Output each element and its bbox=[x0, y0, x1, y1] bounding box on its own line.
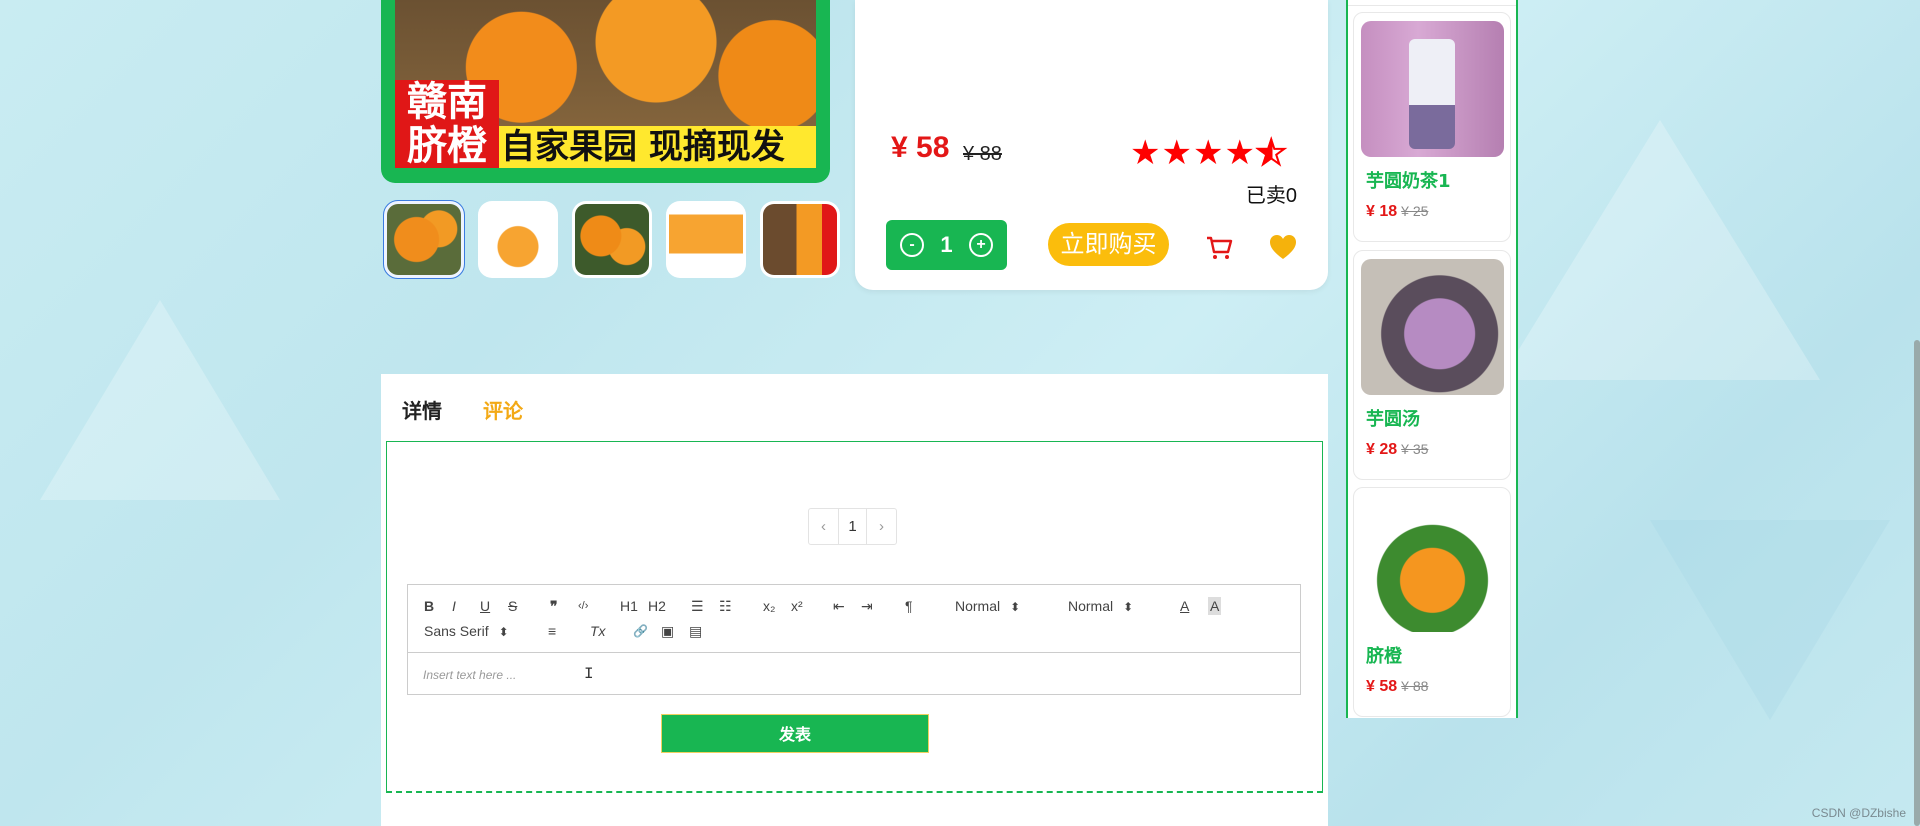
text-direction-button[interactable]: ¶ bbox=[905, 597, 913, 615]
product-main-image: 赣南 脐橙 自家果园 现摘现发 bbox=[381, 0, 830, 183]
thumbnail-3[interactable] bbox=[572, 201, 652, 278]
quantity-value: 1 bbox=[940, 232, 953, 257]
plus-button[interactable]: + bbox=[969, 233, 993, 257]
indent-button[interactable]: ⇥ bbox=[861, 597, 873, 615]
half-star-icon: ★ bbox=[1255, 133, 1288, 173]
recommend-item[interactable]: 芋圆汤 ¥ 28 ¥ 35 bbox=[1353, 250, 1511, 480]
link-button[interactable]: 🔗 bbox=[633, 622, 648, 640]
superscript-button[interactable]: x² bbox=[791, 597, 803, 615]
strike-button[interactable]: S bbox=[508, 597, 517, 615]
recommend-sidebar: 芋圆奶茶1 ¥ 18 ¥ 25 芋圆汤 ¥ 28 ¥ 35 脐橙 ¥ 58 ¥ 88 bbox=[1346, 0, 1518, 718]
underline-button[interactable]: U bbox=[480, 597, 490, 615]
product-info-card: ¥ 58 ¥ 88 ★ ★ ★ ★ ★ 已卖0 - 1 + 立即购买 bbox=[855, 0, 1328, 290]
recommend-item-name: 芋圆奶茶1 bbox=[1366, 171, 1451, 192]
page-1-button[interactable]: 1 bbox=[838, 509, 867, 544]
next-page-button[interactable]: › bbox=[867, 509, 896, 544]
recommend-item-price: ¥ 28 ¥ 35 bbox=[1366, 441, 1429, 458]
tab-detail[interactable]: 详情 bbox=[402, 398, 442, 424]
clean-format-button[interactable]: Tx bbox=[590, 622, 606, 640]
image-banner-text: 自家果园 现摘现发 bbox=[501, 127, 785, 167]
recommend-item[interactable]: 脐橙 ¥ 58 ¥ 88 bbox=[1353, 487, 1511, 717]
image-red-label: 赣南 脐橙 bbox=[395, 80, 499, 168]
background-color-button[interactable]: A bbox=[1208, 597, 1222, 615]
sidebar-top-edge bbox=[1348, 0, 1516, 6]
recommend-item-price: ¥ 58 ¥ 88 bbox=[1366, 678, 1429, 695]
text-cursor-icon: I bbox=[584, 665, 594, 683]
bg-shape bbox=[1500, 120, 1820, 380]
code-block-button[interactable]: ‹/› bbox=[578, 597, 588, 615]
editor-input[interactable]: Insert text here ... bbox=[423, 667, 516, 683]
navel-orange-image bbox=[1361, 496, 1504, 632]
minus-button[interactable]: - bbox=[900, 233, 924, 257]
taro-soup-image bbox=[1361, 259, 1504, 395]
buy-now-button[interactable]: 立即购买 bbox=[1048, 223, 1169, 266]
italic-button[interactable]: I bbox=[452, 597, 456, 615]
h2-button[interactable]: H2 bbox=[648, 597, 666, 615]
page-scrollbar[interactable] bbox=[1914, 340, 1920, 826]
tab-comment[interactable]: 评论 bbox=[483, 398, 523, 424]
product-price: ¥ 58 bbox=[891, 131, 950, 164]
star-icon: ★ bbox=[1224, 133, 1255, 173]
pagination: ‹ 1 › bbox=[808, 508, 897, 545]
editor-toolbar: B I U S ❞ ‹/› H1 H2 ☰ ☷ x₂ x² ⇤ ⇥ ¶ Norm… bbox=[408, 585, 1300, 653]
comment-section: ‹ 1 › B I U S ❞ ‹/› H1 H2 ☰ ☷ x₂ x² ⇤ ⇥ … bbox=[386, 441, 1323, 793]
cart-icon[interactable] bbox=[1204, 232, 1234, 262]
ordered-list-button[interactable]: ☰ bbox=[691, 597, 704, 615]
star-icon: ★ bbox=[1130, 133, 1161, 173]
bold-button[interactable]: B bbox=[424, 597, 434, 615]
bg-shape bbox=[1650, 520, 1890, 720]
content-panel: 详情 评论 ‹ 1 › B I U S ❞ ‹/› H1 H2 ☰ ☷ x₂ x… bbox=[381, 374, 1328, 826]
recommend-item-name: 芋圆汤 bbox=[1366, 409, 1420, 430]
size-select[interactable]: Normal bbox=[955, 597, 1020, 616]
subscript-button[interactable]: x₂ bbox=[763, 597, 775, 615]
star-icon: ★ bbox=[1161, 133, 1192, 173]
bullet-list-button[interactable]: ☷ bbox=[719, 597, 732, 615]
outdent-button[interactable]: ⇤ bbox=[833, 597, 845, 615]
red-label-line-2: 脐橙 bbox=[407, 122, 487, 169]
heart-icon[interactable] bbox=[1268, 232, 1298, 262]
product-old-price: ¥ 88 bbox=[963, 143, 1002, 165]
star-icon: ★ bbox=[1192, 133, 1224, 173]
watermark: CSDN @DZbishe bbox=[1811, 806, 1906, 820]
red-label-line-1: 赣南 bbox=[407, 78, 487, 125]
milk-tea-image bbox=[1361, 21, 1504, 157]
thumbnail-1[interactable] bbox=[383, 200, 465, 279]
recommend-item-name: 脐橙 bbox=[1366, 646, 1402, 667]
bg-shape bbox=[40, 300, 280, 500]
font-select[interactable]: Sans Serif bbox=[424, 622, 509, 641]
rating-stars: ★ ★ ★ ★ ★ bbox=[1130, 133, 1288, 173]
prev-page-button[interactable]: ‹ bbox=[809, 509, 838, 544]
thumbnail-5[interactable] bbox=[760, 201, 840, 278]
thumbnail-4[interactable] bbox=[666, 201, 746, 278]
submit-comment-button[interactable]: 发表 bbox=[661, 714, 929, 753]
align-button[interactable]: ≡ bbox=[548, 622, 556, 640]
thumbnail-2[interactable] bbox=[478, 201, 558, 278]
rich-text-editor: B I U S ❞ ‹/› H1 H2 ☰ ☷ x₂ x² ⇤ ⇥ ¶ Norm… bbox=[407, 584, 1301, 695]
video-button[interactable]: ▤ bbox=[689, 622, 702, 640]
sold-count: 已卖0 bbox=[1245, 185, 1297, 207]
header-select[interactable]: Normal bbox=[1068, 597, 1133, 616]
thumbnail-strip bbox=[383, 200, 840, 279]
recommend-item-price: ¥ 18 ¥ 25 bbox=[1366, 203, 1429, 220]
recommend-item[interactable]: 芋圆奶茶1 ¥ 18 ¥ 25 bbox=[1353, 12, 1511, 242]
h1-button[interactable]: H1 bbox=[620, 597, 638, 615]
blockquote-button[interactable]: ❞ bbox=[550, 597, 558, 615]
quantity-stepper: - 1 + bbox=[886, 220, 1007, 270]
font-color-button[interactable]: A bbox=[1180, 597, 1189, 615]
image-button[interactable]: ▣ bbox=[661, 622, 674, 640]
